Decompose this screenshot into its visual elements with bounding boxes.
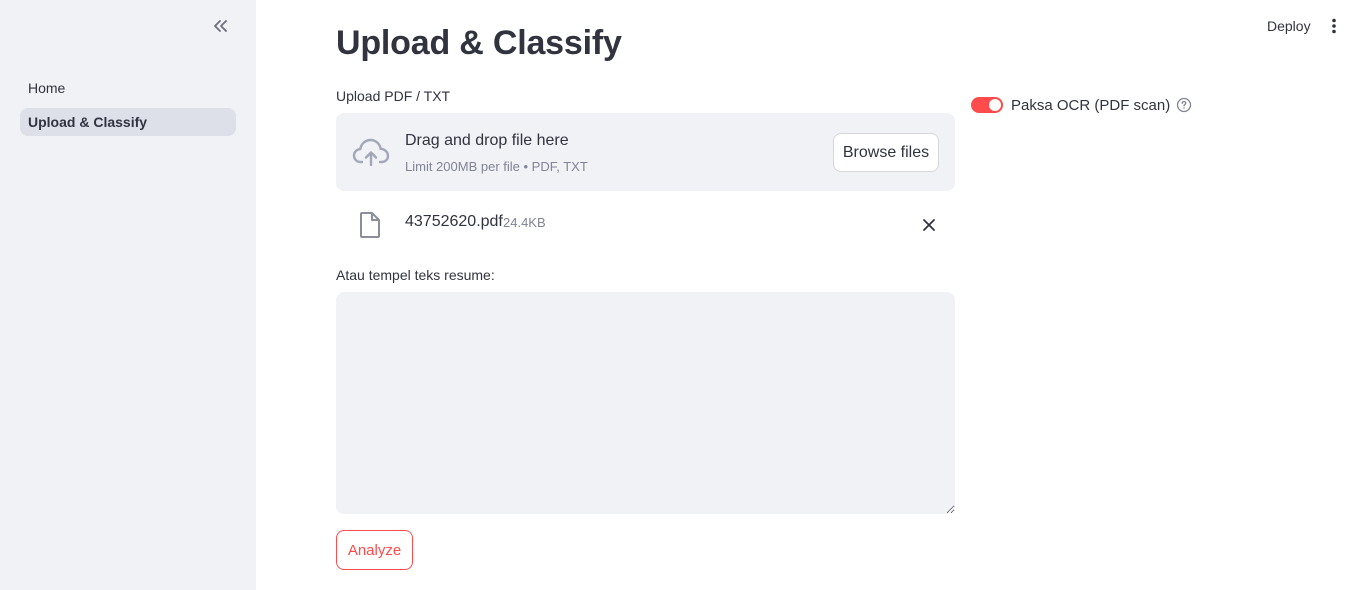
page-title: Upload & Classify (336, 24, 622, 62)
question-circle-icon[interactable] (1176, 97, 1192, 113)
file-icon (360, 212, 380, 238)
sidebar-item-upload-classify[interactable]: Upload & Classify (20, 108, 236, 136)
deploy-button[interactable]: Deploy (1258, 14, 1320, 38)
sidebar: Home Upload & Classify (0, 0, 256, 590)
vertical-ellipsis-icon (1332, 18, 1336, 34)
sidebar-nav: Home Upload & Classify (20, 74, 236, 142)
uploaded-file-row: 43752620.pdf 24.4KB (336, 200, 955, 248)
collapse-sidebar-button[interactable] (208, 14, 232, 38)
remove-file-button[interactable] (918, 214, 940, 236)
main-menu-button[interactable] (1322, 14, 1346, 38)
file-dropzone[interactable]: Drag and drop file here Limit 200MB per … (336, 113, 955, 191)
uploader-label: Upload PDF / TXT (336, 88, 451, 104)
dropzone-title: Drag and drop file here (405, 132, 569, 149)
resume-text-label: Atau tempel teks resume: (336, 267, 495, 283)
ocr-toggle-switch[interactable] (971, 97, 1003, 113)
ocr-toggle-label: Paksa OCR (PDF scan) (1011, 96, 1171, 114)
file-name: 43752620.pdf (405, 213, 503, 230)
double-chevron-left-icon (214, 20, 227, 32)
dropzone-limit-text: Limit 200MB per file • PDF, TXT (405, 159, 588, 174)
toggle-knob (989, 99, 1001, 111)
resume-text-input[interactable] (336, 292, 955, 514)
analyze-button[interactable]: Analyze (336, 530, 413, 570)
close-icon (923, 219, 935, 231)
ocr-toggle-group: Paksa OCR (PDF scan) (971, 94, 1192, 116)
sidebar-item-home[interactable]: Home (20, 74, 236, 102)
browse-files-button[interactable]: Browse files (833, 133, 939, 172)
file-size: 24.4KB (503, 215, 546, 230)
cloud-upload-icon (352, 138, 390, 167)
